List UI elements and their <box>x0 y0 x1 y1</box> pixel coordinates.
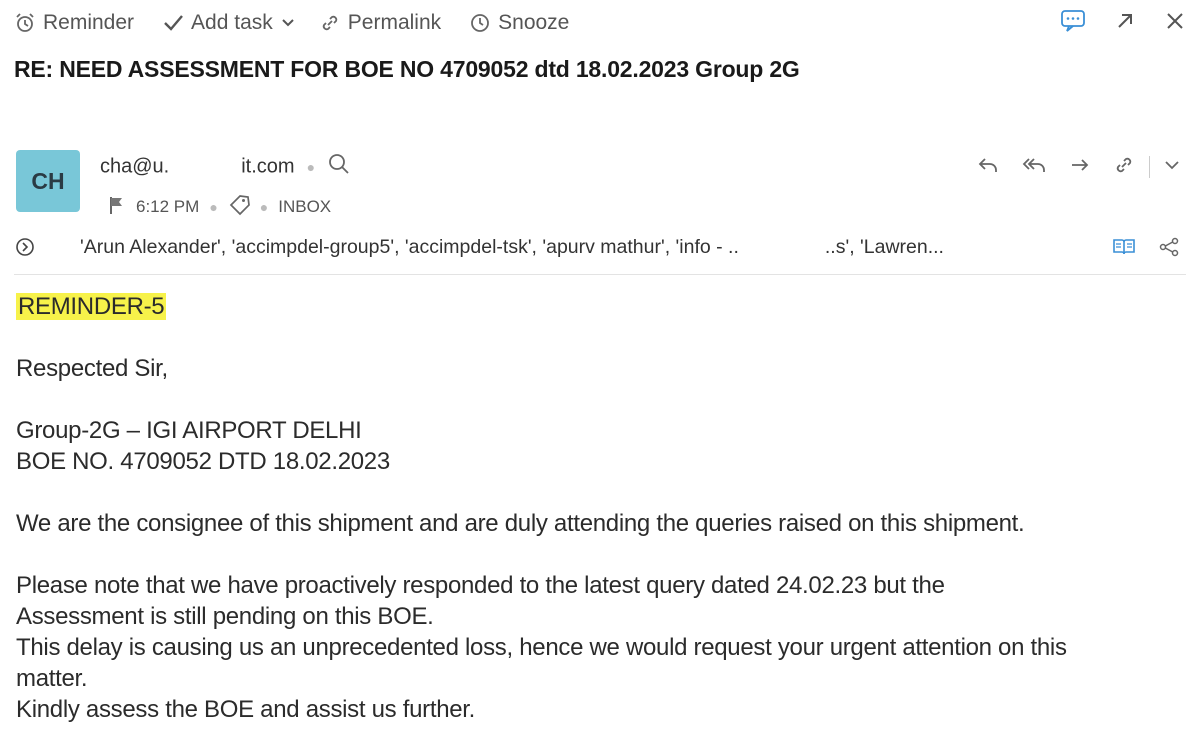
permalink-label: Permalink <box>347 11 442 34</box>
paragraph-1: We are the consignee of this shipment an… <box>16 510 1025 537</box>
greeting: Respected Sir, <box>16 355 168 382</box>
boe-line: BOE NO. 4709052 DTD 18.02.2023 <box>16 448 390 475</box>
link-icon <box>319 12 341 34</box>
email-view: Reminder Add task Permalink Snooze RE: N… <box>0 0 1200 743</box>
link-icon[interactable] <box>1113 154 1135 181</box>
sender-email-end: it.com <box>241 155 295 178</box>
toolbar: Reminder Add task Permalink Snooze <box>14 8 1186 38</box>
recipients-list[interactable]: 'Arun Alexander', 'accimpdel-group5', 'a… <box>80 235 944 261</box>
expand-recipients-icon[interactable] <box>14 236 36 264</box>
recipient-actions <box>1112 236 1180 264</box>
separator-dot: ● <box>259 199 269 215</box>
paragraph-2a: Please note that we have proactively res… <box>16 572 945 599</box>
sender-row: cha@u. it.com ● <box>100 153 351 181</box>
paragraph-3b: matter. <box>16 665 88 692</box>
permalink-button[interactable]: Permalink <box>319 11 441 35</box>
meta-row: 6:12 PM ● ● INBOX <box>108 194 331 221</box>
highlighted-tag: REMINDER-5 <box>16 293 167 320</box>
folder-label[interactable]: INBOX <box>278 197 331 217</box>
add-task-button[interactable]: Add task <box>162 11 273 35</box>
alarm-clock-icon <box>14 12 36 34</box>
paragraph-2b: Assessment is still pending on this BOE. <box>16 603 434 630</box>
pop-out-icon[interactable] <box>1114 10 1136 37</box>
reminder-label: Reminder <box>43 11 135 34</box>
window-controls <box>1060 8 1186 38</box>
sender-email-start: cha@u. <box>100 155 170 178</box>
search-icon[interactable] <box>327 152 351 182</box>
reply-icon[interactable] <box>977 155 999 180</box>
forward-icon[interactable] <box>1069 155 1091 180</box>
paragraph-3a: This delay is causing us an unprecedente… <box>16 634 1067 661</box>
message-actions <box>977 154 1180 180</box>
paragraph-4: Kindly assess the BOE and assist us furt… <box>16 696 476 723</box>
redaction-mark <box>738 235 825 261</box>
checkmark-icon <box>162 13 184 33</box>
book-icon[interactable] <box>1112 237 1136 263</box>
reminder-button[interactable]: Reminder <box>14 11 134 35</box>
group-line: Group-2G – IGI AIRPORT DELHI <box>16 417 362 444</box>
redaction-mark <box>169 154 242 180</box>
add-task-label: Add task <box>191 11 273 34</box>
email-body: REMINDER-5 Respected Sir, Group-2G – IGI… <box>16 291 1190 725</box>
add-task-dropdown[interactable] <box>281 18 295 28</box>
snooze-button[interactable]: Snooze <box>469 11 569 35</box>
clock-icon <box>469 12 491 34</box>
reply-all-icon[interactable] <box>1021 155 1047 180</box>
recipients-end: ..s', 'Lawren... <box>824 236 944 259</box>
comment-icon[interactable] <box>1060 9 1086 38</box>
tag-icon[interactable] <box>228 194 250 221</box>
header-divider <box>14 274 1186 275</box>
flag-icon[interactable] <box>108 195 126 220</box>
snooze-label: Snooze <box>498 11 570 34</box>
email-time: 6:12 PM <box>136 197 200 216</box>
chevron-down-icon[interactable] <box>1164 158 1180 176</box>
separator-dot: ● <box>209 199 218 215</box>
chevron-down-icon <box>281 18 295 28</box>
close-icon[interactable] <box>1164 10 1186 37</box>
divider <box>1149 156 1150 178</box>
recipients-start: 'Arun Alexander', 'accimpdel-group5', 'a… <box>80 236 739 259</box>
avatar: CH <box>16 150 80 212</box>
recipients-row: 'Arun Alexander', 'accimpdel-group5', 'a… <box>14 234 1180 262</box>
separator-dot: ● <box>306 159 316 175</box>
sender-email[interactable]: cha@u. it.com <box>100 154 295 180</box>
email-subject: RE: NEED ASSESSMENT FOR BOE NO 4709052 d… <box>14 56 800 82</box>
share-icon[interactable] <box>1158 236 1180 264</box>
